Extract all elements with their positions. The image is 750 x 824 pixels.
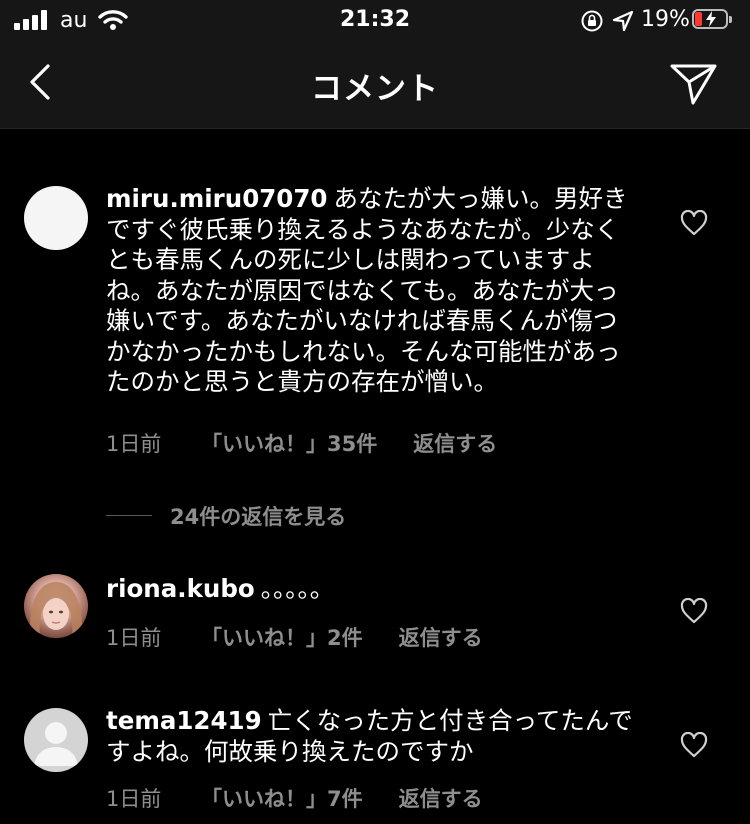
comment-meta: 1日前 「いいね！」7件 返信する: [106, 783, 483, 813]
comment-body: riona.kubo。。。。。: [106, 574, 638, 605]
divider-line: [106, 515, 152, 516]
comment-body: tema12419 亡くなった方と付き合ってたんですよね。何故乗り換えたのですか: [106, 706, 638, 767]
comment-body: miru.miru07070 あなたが大っ嫌い。男好きですぐ彼氏乗り換えるようなあ…: [106, 184, 638, 398]
reply-button[interactable]: 返信する: [399, 783, 483, 813]
comment-time: 1日前: [106, 626, 162, 650]
comment-time: 1日前: [106, 787, 162, 811]
battery-percent: 19%: [641, 7, 690, 32]
comment-username[interactable]: riona.kubo: [106, 574, 255, 603]
avatar[interactable]: [24, 708, 88, 772]
page-title: コメント: [311, 71, 439, 107]
comment-meta: 1日前 「いいね！」2件 返信する: [106, 622, 483, 652]
comment-username[interactable]: tema12419: [106, 706, 262, 735]
comment-time: 1日前: [106, 432, 162, 456]
comment-text: 。。。。。: [260, 574, 335, 603]
avatar-photo: [29, 582, 83, 638]
reply-button[interactable]: 返信する: [399, 622, 483, 652]
status-bar: au 21:32 19%: [0, 0, 750, 44]
default-avatar-icon: [34, 722, 78, 766]
heart-icon[interactable]: [680, 598, 708, 624]
share-button[interactable]: [668, 58, 720, 110]
heart-icon[interactable]: [680, 210, 708, 236]
rotation-lock-icon: [581, 10, 603, 32]
clock: 21:32: [339, 7, 411, 32]
view-replies-label: 24件の返信を見る: [170, 505, 347, 529]
location-arrow-icon: [612, 10, 634, 32]
avatar[interactable]: [24, 574, 88, 638]
comment-meta: 1日前 「いいね！」35件 返信する: [106, 428, 497, 458]
reply-button[interactable]: 返信する: [413, 428, 497, 458]
comment-likes[interactable]: 「いいね！」7件: [201, 783, 363, 813]
comment-likes[interactable]: 「いいね！」2件: [201, 622, 363, 652]
paper-plane-icon: [670, 64, 717, 105]
comment-text: あなたが大っ嫌い。男好きですぐ彼氏乗り換えるようなあなたが。少なくとも春馬くんの…: [106, 184, 628, 396]
heart-icon[interactable]: [680, 732, 708, 758]
comment-username[interactable]: miru.miru07070: [106, 184, 327, 213]
comment-likes[interactable]: 「いいね！」35件: [201, 428, 377, 458]
battery-icon: [692, 9, 734, 31]
avatar[interactable]: [24, 186, 88, 250]
navigation-bar: コメント: [0, 44, 750, 129]
